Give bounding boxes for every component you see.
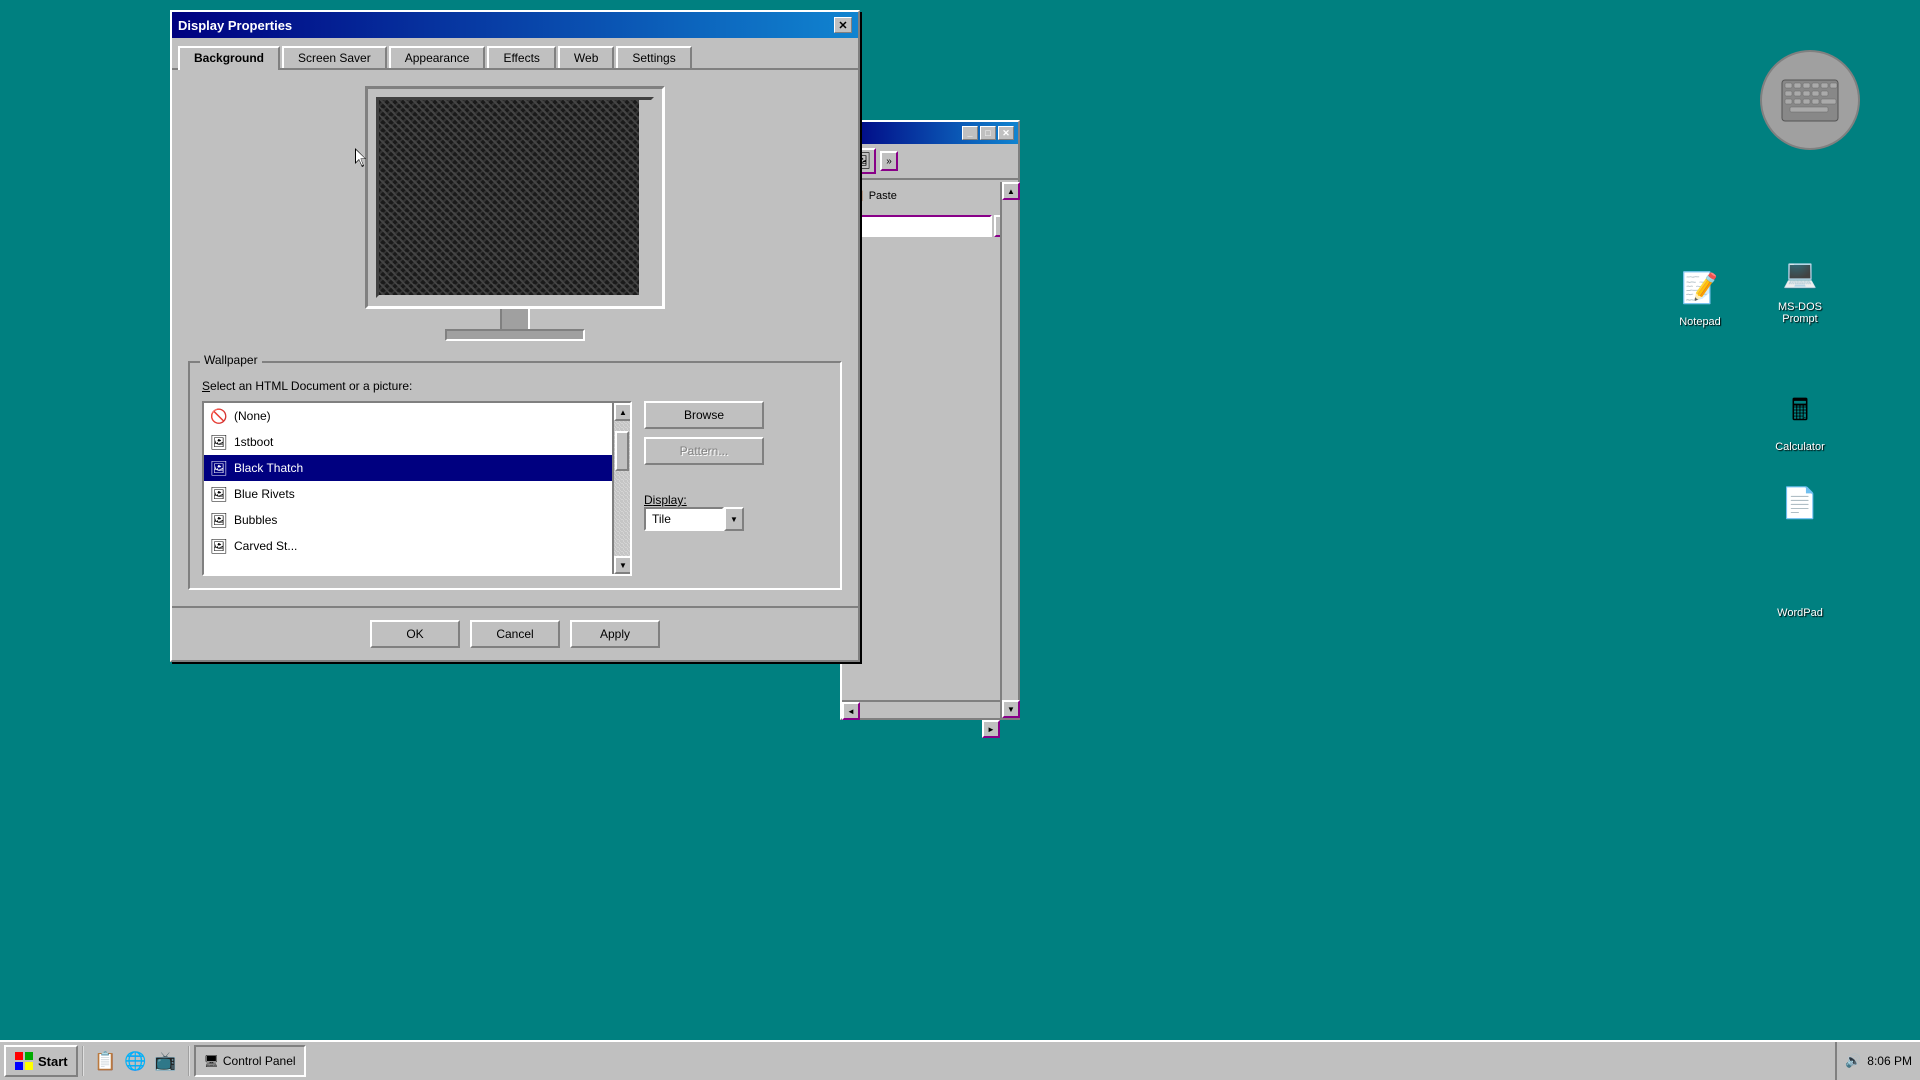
bg-window-controls: _ □ ✕ <box>962 126 1014 140</box>
right-controls: Browse Pattern... Display: Tile ▼ <box>644 401 764 576</box>
display-label: Display: <box>644 493 764 507</box>
list-item-selected[interactable]: 🖼 Black Thatch <box>204 455 612 481</box>
background-window: _ □ ✕ 🖼 » 📋Paste ▼ ▲ ▼ ◄ ► <box>840 120 1020 720</box>
list-item[interactable]: 🖼 Blue Rivets <box>204 481 612 507</box>
cancel-button[interactable]: Cancel <box>470 620 560 648</box>
dialog-body: Wallpaper Select an HTML Document or a p… <box>172 68 858 606</box>
monitor-screen <box>379 100 639 295</box>
desktop: _ □ ✕ 🖼 » 📋Paste ▼ ▲ ▼ ◄ ► <box>0 0 1920 1080</box>
wallpaper-icon: 🖼 <box>210 537 228 555</box>
wallpaper-group: Wallpaper Select an HTML Document or a p… <box>188 361 842 590</box>
taskbar-divider <box>82 1046 84 1076</box>
wallpaper-icon: 🖼 <box>210 485 228 503</box>
wallpaper-icon: 🖼 <box>210 459 228 477</box>
wallpaper-row: 🚫 (None) 🖼 1stboot 🖼 Black Thatch <box>202 401 828 576</box>
taskbar-item-icon: 🖥 <box>204 1054 219 1068</box>
scrollbar-track[interactable] <box>614 421 630 556</box>
taskbar: Start 📋 🌐 📺 🖥 Control Panel 🔊 8:06 PM <box>0 1040 1920 1080</box>
tab-web[interactable]: Web <box>558 46 614 70</box>
start-button[interactable]: Start <box>4 1045 78 1077</box>
listbox-scrollbar[interactable]: ▲ ▼ <box>612 403 630 574</box>
notepad-icon[interactable]: 📝 Notepad <box>1660 260 1740 332</box>
bg-scroll-down[interactable]: ▼ <box>1002 700 1020 718</box>
taskbar-item-label: Control Panel <box>223 1054 296 1068</box>
monitor-frame <box>365 86 665 309</box>
display-section: Display: Tile ▼ <box>644 485 764 531</box>
start-label: Start <box>38 1054 68 1069</box>
taskbar-items: 🖥 Control Panel <box>194 1045 1835 1077</box>
keyboard-icon <box>1760 50 1860 150</box>
bg-scrollbar[interactable]: ▲ ▼ <box>1000 182 1018 718</box>
list-item[interactable]: 🖼 Bubbles <box>204 507 612 533</box>
expand-icon: » <box>880 151 898 171</box>
wallpaper-description: Select an HTML Document or a picture: <box>202 379 828 393</box>
display-properties-dialog: Display Properties ✕ Background Screen S… <box>170 10 860 662</box>
none-icon: 🚫 <box>210 407 228 425</box>
apply-button[interactable]: Apply <box>570 620 660 648</box>
monitor-neck <box>500 309 530 329</box>
browse-button[interactable]: Browse <box>644 401 764 429</box>
pattern-button[interactable]: Pattern... <box>644 437 764 465</box>
bg-hscrollbar[interactable]: ◄ ► <box>842 700 1000 718</box>
wallpaper-icon: 🖼 <box>210 433 228 451</box>
ms-dos-icon[interactable]: 💻 MS-DOS Prompt <box>1760 245 1840 329</box>
tab-background[interactable]: Background <box>178 46 280 70</box>
quick-launch: 📋 🌐 📺 <box>88 1047 184 1075</box>
display-select-value[interactable]: Tile <box>644 507 724 531</box>
scrollbar-thumb[interactable] <box>615 431 629 471</box>
list-item[interactable]: 🖼 Carved St... <box>204 533 612 559</box>
tray-volume-icon[interactable]: 🔊 <box>1845 1053 1861 1069</box>
tab-settings[interactable]: Settings <box>616 46 691 70</box>
bg-win-close[interactable]: ✕ <box>998 126 1014 140</box>
bg-scroll-right[interactable]: ► <box>982 720 1000 738</box>
bg-window-titlebar: _ □ ✕ <box>842 122 1018 144</box>
display-select-arrow[interactable]: ▼ <box>724 507 744 531</box>
wallpaper-list-items: 🚫 (None) 🖼 1stboot 🖼 Black Thatch <box>204 403 612 574</box>
bg-window-item: 📋Paste <box>848 186 1012 205</box>
quick-launch-icon-3[interactable]: 📺 <box>152 1047 180 1075</box>
monitor-foot <box>445 329 585 341</box>
monitor-screen-border <box>376 97 654 298</box>
wallpaper-listbox[interactable]: 🚫 (None) 🖼 1stboot 🖼 Black Thatch <box>202 401 632 576</box>
monitor-stand <box>445 309 585 341</box>
dialog-button-bar: OK Cancel Apply <box>172 606 858 660</box>
tab-screensaver[interactable]: Screen Saver <box>282 46 387 70</box>
wordpad-icon[interactable]: 📄 WordPad <box>1760 395 1840 623</box>
tab-appearance[interactable]: Appearance <box>389 46 486 70</box>
wallpaper-icon: 🖼 <box>210 511 228 529</box>
tab-effects[interactable]: Effects <box>487 46 555 70</box>
bg-win-maximize[interactable]: □ <box>980 126 996 140</box>
tab-bar: Background Screen Saver Appearance Effec… <box>172 38 858 68</box>
list-item[interactable]: 🚫 (None) <box>204 403 612 429</box>
wallpaper-group-label: Wallpaper <box>200 353 262 367</box>
scroll-down-button[interactable]: ▼ <box>614 556 632 574</box>
dialog-close-button[interactable]: ✕ <box>834 17 852 33</box>
list-item[interactable]: 🖼 1stboot <box>204 429 612 455</box>
ok-button[interactable]: OK <box>370 620 460 648</box>
dialog-title: Display Properties <box>178 18 292 33</box>
quick-launch-icon-2[interactable]: 🌐 <box>122 1047 150 1075</box>
scroll-up-button[interactable]: ▲ <box>614 403 632 421</box>
tray-clock: 8:06 PM <box>1867 1054 1912 1068</box>
bg-address-bar[interactable] <box>846 215 992 237</box>
bg-scroll-up[interactable]: ▲ <box>1002 182 1020 200</box>
display-select: Tile ▼ <box>644 507 764 531</box>
quick-launch-icon-1[interactable]: 📋 <box>92 1047 120 1075</box>
bg-win-minimize[interactable]: _ <box>962 126 978 140</box>
dialog-titlebar: Display Properties ✕ <box>172 12 858 38</box>
taskbar-item-control-panel[interactable]: 🖥 Control Panel <box>194 1045 306 1077</box>
taskbar-divider-2 <box>188 1046 190 1076</box>
monitor-preview <box>188 86 842 341</box>
bg-scroll-left[interactable]: ◄ <box>842 702 860 720</box>
system-tray: 🔊 8:06 PM <box>1835 1042 1920 1080</box>
